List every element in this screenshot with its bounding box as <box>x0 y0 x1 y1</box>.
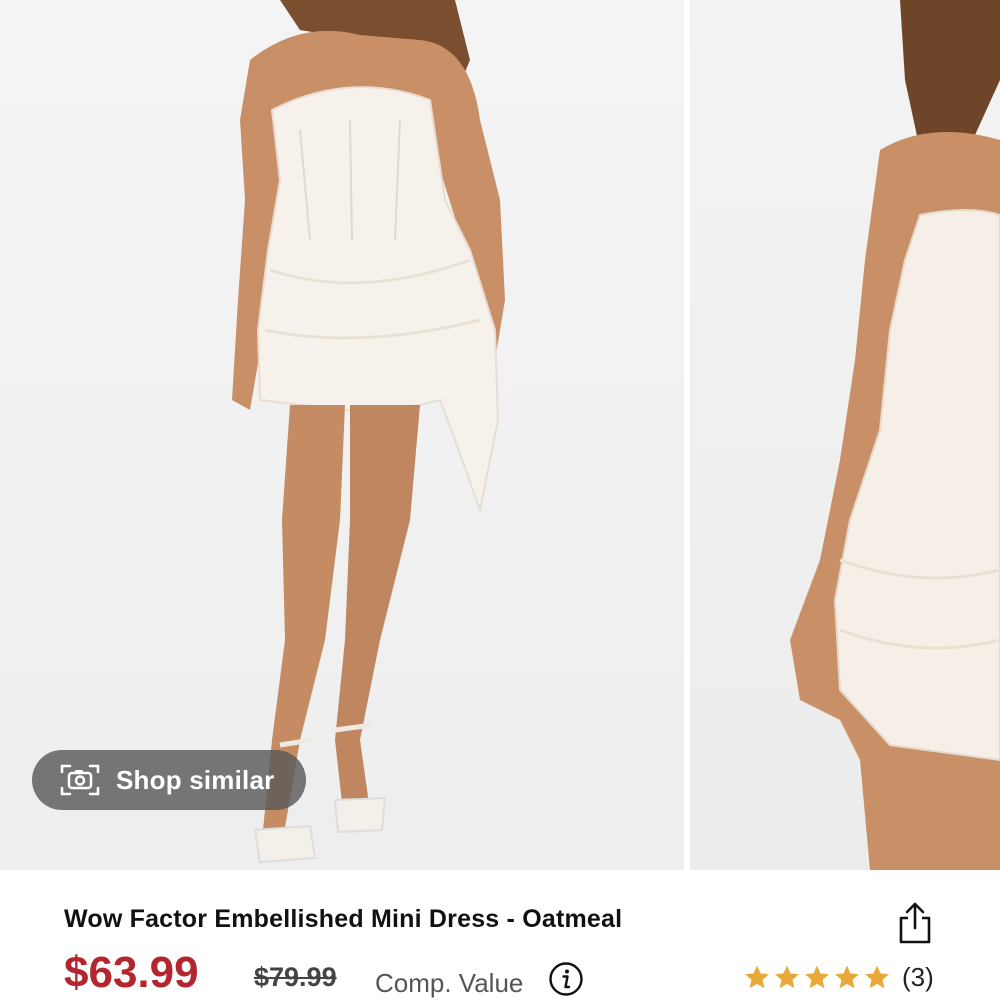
model-figure-illustration <box>232 0 505 864</box>
sale-price: $63.99 <box>64 948 199 997</box>
star-icon <box>835 965 859 988</box>
star-icon <box>745 965 769 988</box>
product-image-secondary[interactable] <box>690 0 1000 870</box>
original-price: $79.99 <box>254 962 337 992</box>
model-closeup-illustration <box>790 0 1000 870</box>
share-icon[interactable] <box>895 900 935 946</box>
shop-similar-button[interactable]: Shop similar <box>32 750 306 810</box>
camera-icon <box>60 764 100 796</box>
product-image-main[interactable] <box>0 0 684 870</box>
review-count: (3) <box>902 961 934 992</box>
star-rating <box>742 963 892 992</box>
star-icon <box>775 965 799 988</box>
comp-value-label: Comp. Value <box>375 968 524 998</box>
shop-similar-label: Shop similar <box>116 764 275 795</box>
price-row: $63.99 $79.99 Comp. Value <box>64 948 704 1000</box>
info-icon[interactable] <box>548 961 584 997</box>
star-icon <box>805 965 829 988</box>
star-icon <box>865 965 889 988</box>
product-rating[interactable]: (3) <box>742 962 934 992</box>
product-title: Wow Factor Embellished Mini Dress - Oatm… <box>64 905 623 933</box>
product-info-panel: Wow Factor Embellished Mini Dress - Oatm… <box>0 870 1000 1000</box>
product-image-gallery[interactable] <box>0 0 1000 870</box>
